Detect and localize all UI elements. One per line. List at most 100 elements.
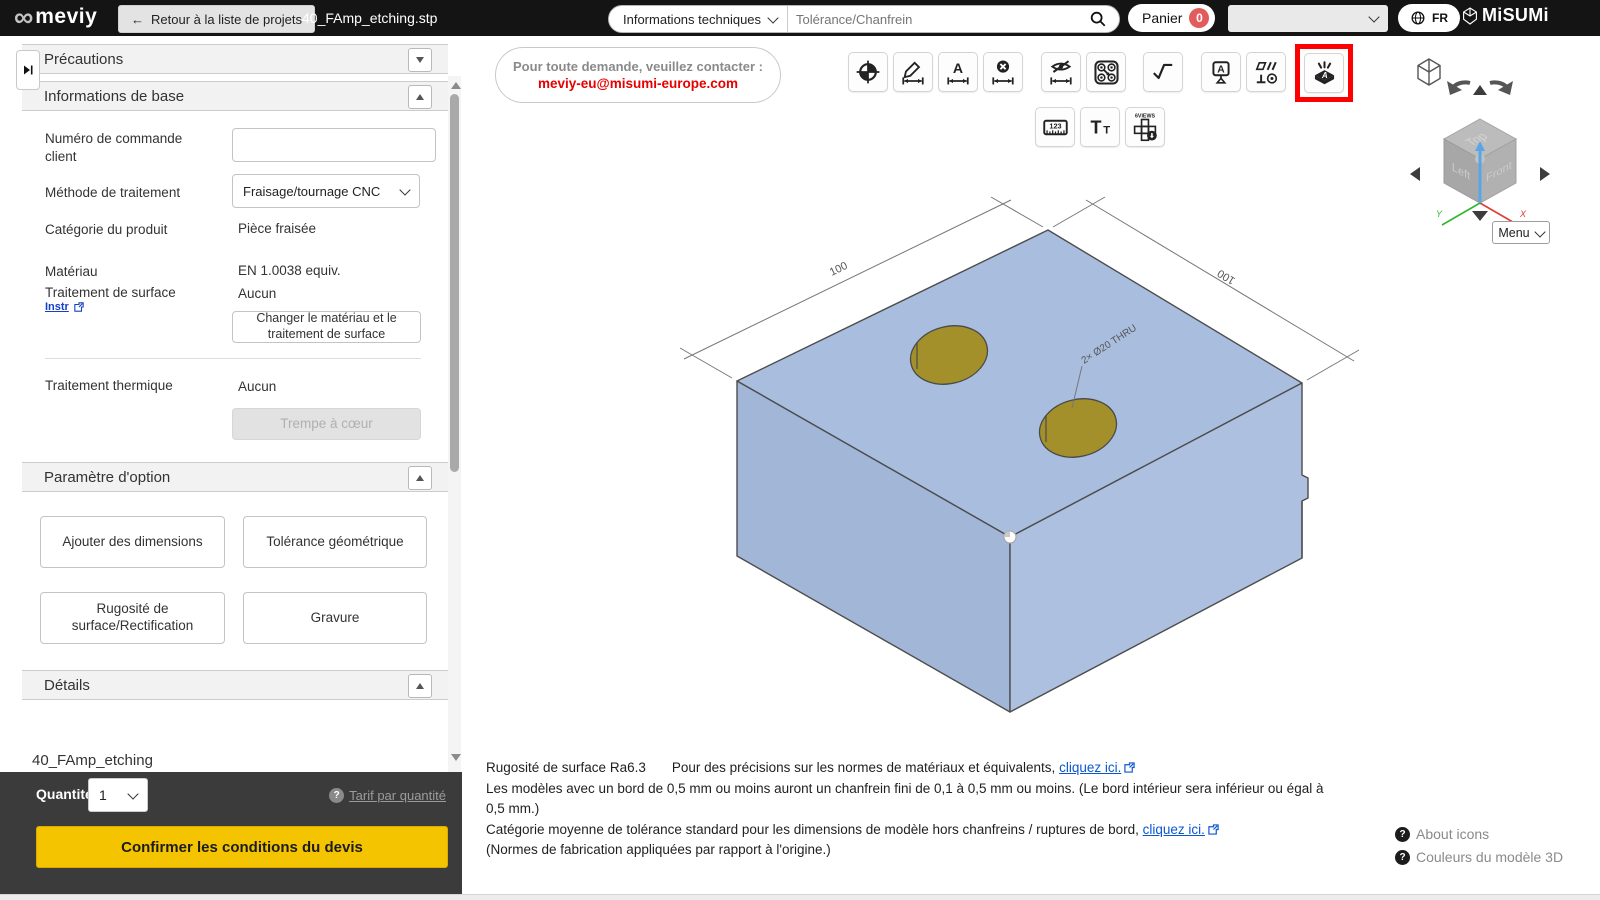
info-collapse-button[interactable]	[408, 85, 432, 109]
top-bar: ∞ meviy ← Retour à la liste de projets 4…	[0, 0, 1600, 36]
hole-pattern-button[interactable]	[1086, 52, 1126, 92]
scroll-up-icon[interactable]	[451, 82, 461, 89]
material-value: EN 1.0038 equiv.	[238, 263, 341, 278]
section-precautions: Précautions	[22, 44, 448, 74]
section-parametre-option: Paramètre d'option	[22, 462, 448, 492]
delete-dimension-button[interactable]	[983, 52, 1023, 92]
page-bottom-scrollbar[interactable]	[0, 894, 1600, 900]
back-to-projects-button[interactable]: ← Retour à la liste de projets	[118, 5, 315, 33]
datum-label-button[interactable]: A	[1201, 52, 1241, 92]
tolerance-info-link[interactable]: cliquez ici.	[1143, 822, 1205, 837]
surface-finish-button[interactable]	[1143, 52, 1183, 92]
rotate-right-step-icon[interactable]	[1540, 167, 1550, 181]
meviy-logo[interactable]: ∞ meviy	[14, 2, 97, 32]
rotate-left-step-icon[interactable]	[1410, 167, 1420, 181]
text-size-button[interactable]: T T	[1080, 107, 1120, 147]
viewer-3d-area[interactable]: Pour toute demande, veuillez contacter :…	[462, 36, 1600, 894]
text-dimension-icon: A	[945, 59, 971, 85]
geometric-tolerance-button[interactable]: Tolérance géométrique	[243, 516, 427, 568]
contact-bubble: Pour toute demande, veuillez contacter :…	[495, 47, 781, 103]
model-body[interactable]	[737, 230, 1308, 712]
external-link-icon	[1124, 762, 1135, 773]
note-line-5: (Normes de fabrication appliquées par ra…	[486, 840, 1346, 861]
model-3d-canvas[interactable]: 2× Ø20 THRU 100 100	[620, 180, 1380, 740]
quantity-tariff-link[interactable]: ? Tarif par quantité	[329, 788, 446, 803]
add-dimensions-button[interactable]: Ajouter des dimensions	[40, 516, 225, 568]
surface-value: Aucun	[238, 286, 276, 301]
rotate-right-icon[interactable]	[1490, 81, 1513, 95]
text-size-icon: T T	[1087, 114, 1114, 141]
width-dimension-label: 100	[828, 260, 850, 279]
external-link-icon	[1208, 824, 1219, 835]
rotate-down-icon[interactable]	[1472, 211, 1488, 221]
svg-text:T: T	[1090, 117, 1101, 137]
meviy-logo-text: meviy	[35, 5, 97, 29]
details-collapse-button[interactable]	[408, 674, 432, 698]
heat-treatment-button: Trempe à cœur	[232, 408, 421, 440]
svg-text:T: T	[1103, 124, 1110, 136]
wireframe-cube-icon[interactable]	[1418, 59, 1440, 85]
surface-label: Traitement de surface	[45, 284, 176, 302]
axis-y-label: Y	[1436, 209, 1443, 219]
model-colors-link[interactable]: ? Couleurs du modèle 3D	[1395, 849, 1563, 865]
scroll-down-icon[interactable]	[451, 754, 461, 761]
language-button[interactable]: FR	[1398, 4, 1460, 32]
depth-dimension-label: 100	[1215, 267, 1237, 287]
account-dropdown[interactable]	[1228, 5, 1388, 32]
dimension-values-button[interactable]: 123	[1035, 107, 1075, 147]
surface-roughness-button[interactable]: Rugosité de surface/Rectification	[40, 592, 225, 644]
etching-button[interactable]: A	[1304, 53, 1344, 93]
chevron-down-icon	[399, 184, 410, 195]
instr-link[interactable]: Instr	[45, 301, 84, 313]
search-button[interactable]	[1085, 10, 1119, 28]
method-label: Méthode de traitement	[45, 184, 180, 202]
help-icon: ?	[329, 788, 344, 803]
precautions-expand-button[interactable]	[408, 48, 432, 72]
change-material-button[interactable]: Changer le matériau et le traitement de …	[232, 311, 421, 343]
about-icons-link[interactable]: ? About icons	[1395, 826, 1563, 842]
viewer-menu-button[interactable]: Menu	[1492, 221, 1550, 244]
sidebar-scrollbar-thumb[interactable]	[450, 94, 459, 472]
triangle-up-icon	[416, 475, 424, 481]
note-line-4: Catégorie moyenne de tolérance standard …	[486, 820, 1346, 841]
cart-button[interactable]: Panier 0	[1128, 4, 1215, 32]
quote-bottom-bar: Quantité 1 ? Tarif par quantité Confirme…	[0, 772, 462, 896]
order-number-input[interactable]	[232, 128, 436, 162]
search-category-dropdown[interactable]: Informations techniques	[609, 6, 788, 32]
external-link-icon	[74, 302, 84, 312]
chevron-down-icon	[1368, 11, 1379, 22]
rotate-left-icon[interactable]	[1447, 81, 1470, 95]
note-line-1: Rugosité de surface Ra6.3Pour des précis…	[486, 758, 1346, 779]
material-label: Matériau	[45, 263, 98, 281]
options-collapse-button[interactable]	[408, 466, 432, 490]
materials-info-link[interactable]: cliquez ici.	[1059, 760, 1121, 775]
engraving-button[interactable]: Gravure	[243, 592, 427, 644]
search-input[interactable]	[788, 6, 1085, 32]
six-views-button[interactable]: 6VIEWS	[1125, 107, 1165, 147]
contact-email[interactable]: meviy-eu@misumi-europe.com	[538, 76, 738, 91]
hide-dimension-button[interactable]	[1041, 52, 1081, 92]
meviy-app: ∞ meviy ← Retour à la liste de projets 4…	[0, 0, 1600, 900]
method-select[interactable]: Fraisage/tournage CNC	[232, 174, 420, 208]
view-cube-widget[interactable]: Top Left Front Y X	[1390, 45, 1590, 245]
svg-text:123: 123	[1049, 121, 1061, 130]
surface-finish-icon	[1150, 59, 1176, 85]
rotate-up-icon[interactable]	[1473, 85, 1487, 95]
sidebar-expand-handle[interactable]	[16, 50, 40, 90]
confirm-quote-button[interactable]: Confirmer les conditions du devis	[36, 826, 448, 868]
datum-label-icon: A	[1208, 59, 1234, 85]
six-views-icon: 6VIEWS	[1130, 112, 1160, 142]
quantity-select[interactable]: 1	[88, 778, 148, 812]
add-dimension-button[interactable]	[893, 52, 933, 92]
geometric-tolerance-button[interactable]	[1246, 52, 1286, 92]
datum-target-button[interactable]	[848, 52, 888, 92]
chevron-down-icon	[127, 788, 138, 799]
text-dimension-button[interactable]: A	[938, 52, 978, 92]
category-value: Pièce fraisée	[238, 221, 316, 236]
triangle-up-icon	[416, 94, 424, 100]
heat-value: Aucun	[238, 379, 276, 394]
svg-text:6VIEWS: 6VIEWS	[1135, 114, 1155, 120]
misumi-logo[interactable]: MiSUMi	[1462, 5, 1549, 26]
svg-text:A: A	[1320, 71, 1327, 80]
note-line-3: 0,5 mm.)	[486, 799, 1346, 820]
